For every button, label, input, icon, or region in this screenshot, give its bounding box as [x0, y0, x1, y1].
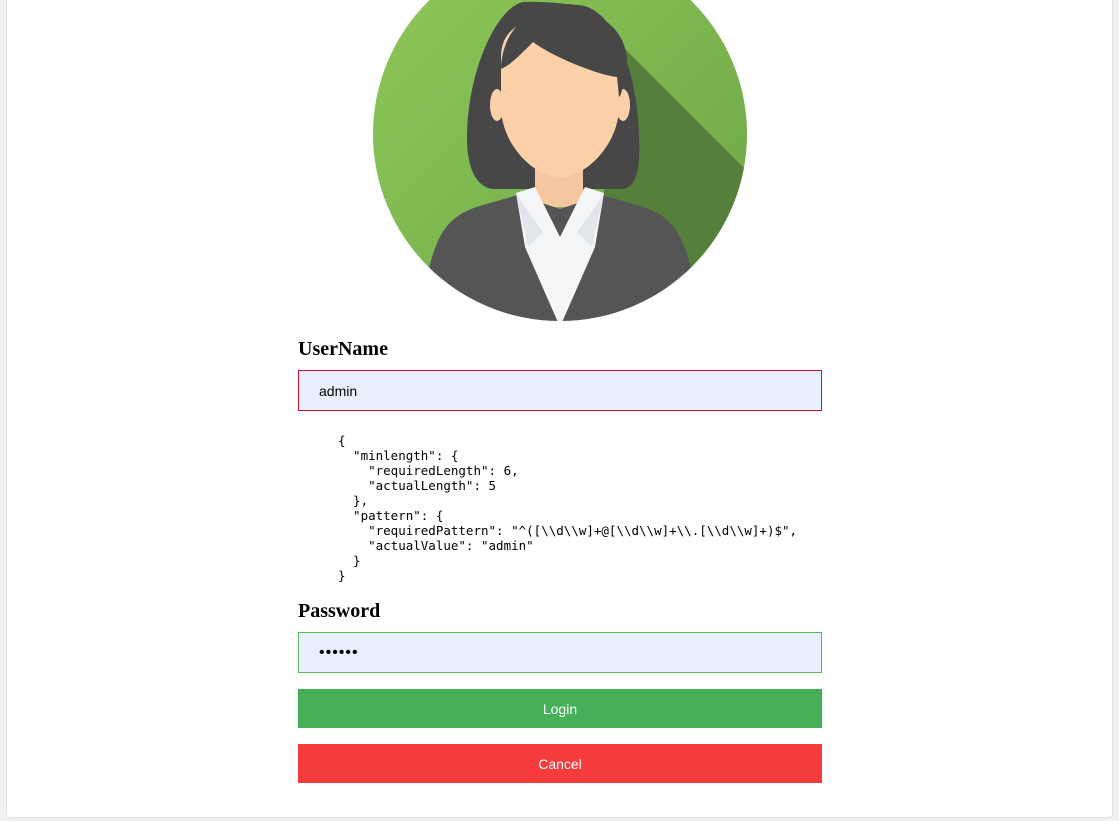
woman-avatar-icon: [373, 0, 747, 321]
password-input[interactable]: [298, 632, 822, 673]
username-input[interactable]: [298, 370, 822, 411]
validation-errors: { "minlength": { "requiredLength": 6, "a…: [338, 433, 798, 583]
login-button[interactable]: Login: [298, 689, 822, 728]
cancel-button[interactable]: Cancel: [298, 744, 822, 783]
password-label: Password: [298, 600, 381, 622]
username-label: UserName: [298, 338, 388, 360]
